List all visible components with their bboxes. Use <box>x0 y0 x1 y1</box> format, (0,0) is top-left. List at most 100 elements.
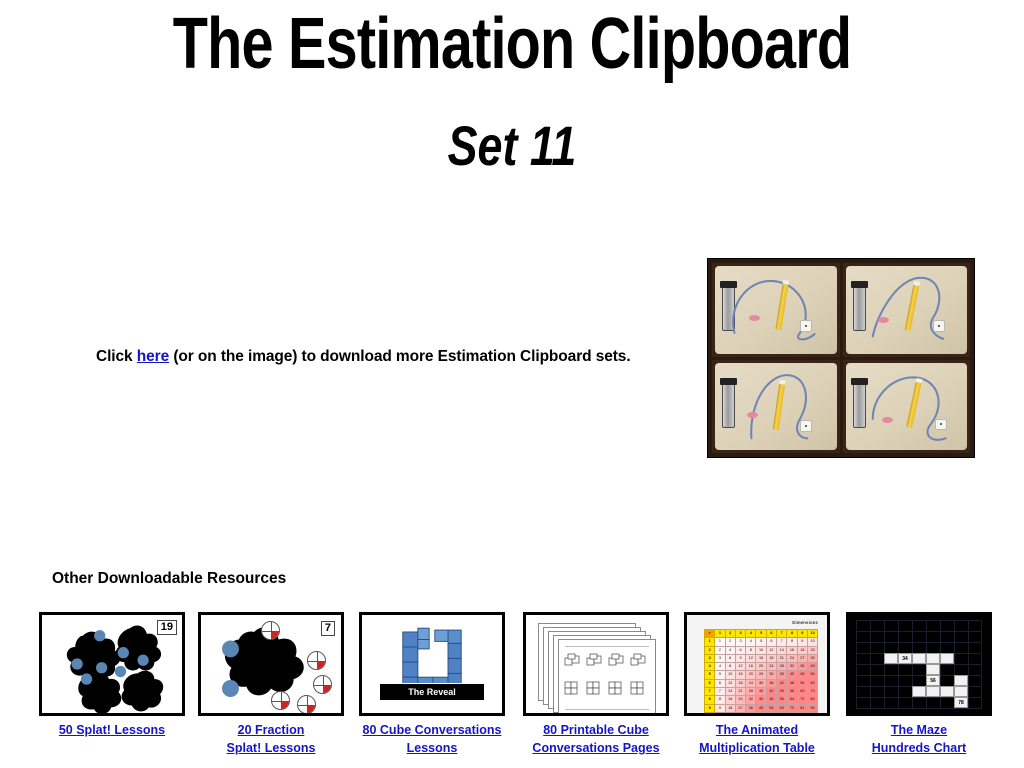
mult-row-header: 8 <box>703 695 716 705</box>
mult-cell: 6 <box>724 653 736 664</box>
resource-label-line1: 20 Fraction <box>237 723 305 737</box>
resource-card-printable-pages[interactable]: 80 Printable Cube Conversations Pages <box>523 612 669 757</box>
resource-label-line1: The Maze <box>890 723 948 737</box>
splat-thumbnail: 19 <box>39 612 185 716</box>
mult-cell: 2 <box>724 637 736 647</box>
mult-cell: 80 <box>806 695 819 705</box>
maze-cell <box>912 686 926 697</box>
mult-cell: 3 <box>714 653 726 664</box>
maze-cell <box>884 653 898 664</box>
mult-cell: 40 <box>745 711 757 713</box>
mult-cell: 24 <box>734 695 747 705</box>
mult-header-cell: 4 <box>745 628 757 639</box>
mult-cell: 8 <box>786 637 798 647</box>
mult-row: 3 3 6 9 12 15 18 21 24 27 30 <box>703 653 819 664</box>
resource-label-line2: Multiplication Table <box>699 741 815 756</box>
resources-heading: Other Downloadable Resources <box>52 570 287 587</box>
mult-cell: 9 <box>796 637 808 647</box>
mult-cell: 6 <box>734 645 747 655</box>
mult-cell: 21 <box>734 687 747 697</box>
resource-label[interactable]: 80 Cube Conversations Lessons <box>359 721 505 757</box>
mult-cell: 4 <box>714 662 726 672</box>
maze-image: 34 56 78 <box>846 612 992 716</box>
mult-cell: 40 <box>755 695 767 705</box>
mult-cell: 3 <box>734 637 747 647</box>
mult-row-header: 6 <box>703 678 716 689</box>
mult-cell: 8 <box>724 662 736 672</box>
mult-header-row: × 1 2 3 4 5 6 7 8 9 10 <box>703 628 819 639</box>
mult-row-header: 9 <box>703 703 716 713</box>
mult-cell: 12 <box>734 662 747 672</box>
mult-cell: 32 <box>786 662 798 672</box>
mult-cell: 100 <box>806 711 819 713</box>
mult-header-cell: × <box>703 628 716 639</box>
mult-cell: 16 <box>724 695 736 705</box>
splat-blobs <box>66 625 164 713</box>
maze-cell <box>940 653 954 664</box>
mult-cell: 32 <box>745 695 757 705</box>
mult-cell: 30 <box>765 670 778 680</box>
fraction-circle-icon <box>297 695 316 713</box>
mult-cell: 16 <box>786 645 798 655</box>
resource-label-line1: 80 Printable Cube <box>543 723 649 737</box>
mult-cell: 2 <box>714 645 726 655</box>
mult-cell: 10 <box>806 637 819 647</box>
mult-row-header: 10 <box>703 711 716 713</box>
mult-cell: 28 <box>776 662 788 672</box>
mult-cell: 49 <box>776 687 788 697</box>
mult-cell: 36 <box>796 662 808 672</box>
resource-label[interactable]: The Maze Hundreds Chart <box>846 721 992 757</box>
resource-label-line2: Lessons <box>406 741 458 756</box>
resource-label[interactable]: 80 Printable Cube Conversations Pages <box>523 721 669 757</box>
clipboard-board <box>715 266 837 354</box>
mult-header-cell: 2 <box>724 628 736 639</box>
resource-card-multiplication-table[interactable]: Dimensions × 1 2 3 4 5 6 7 8 9 10 1 1 2 3 4 5 6 7 8 9 10 2 2 4 6 8… <box>684 612 830 757</box>
fraction-circle-icon <box>307 651 326 670</box>
resources-row: 19 50 Splat! Lessons 7 20 Fraction Splat… <box>0 612 1024 768</box>
maze-cell <box>954 675 968 686</box>
multiplication-table-thumbnail: Dimensions × 1 2 3 4 5 6 7 8 9 10 1 1 2 3 4 5 6 7 8 9 10 2 2 4 6 8… <box>684 612 830 716</box>
mult-cell: 7 <box>776 637 788 647</box>
mult-cell: 20 <box>806 645 819 655</box>
mult-cell: 36 <box>765 678 778 689</box>
clipboard-photo-3 <box>712 359 840 453</box>
mult-cell: 63 <box>776 703 788 713</box>
resource-card-maze-hundreds-chart[interactable]: 34 56 78 The Maze Hundreds Chart <box>846 612 992 757</box>
eraser-icon <box>746 411 758 418</box>
mult-header-cell: 8 <box>786 628 798 639</box>
mult-cell: 30 <box>734 711 747 713</box>
clipboard-board <box>845 266 967 354</box>
mult-cell: 20 <box>755 662 767 672</box>
maze-hundreds-chart-thumbnail: 34 56 78 <box>846 612 992 716</box>
multiplication-grid: × 1 2 3 4 5 6 7 8 9 10 1 1 2 3 4 5 6 7 8 9 10 2 2 4 6 8 10 12 14 16 18 2… <box>703 628 819 713</box>
maze-cell <box>912 653 926 664</box>
clipboard-photo-grid <box>712 263 970 453</box>
die-icon <box>800 320 812 332</box>
mult-cell: 27 <box>796 653 808 664</box>
estimation-clipboard-image[interactable] <box>707 258 975 458</box>
mult-cell: 56 <box>786 687 798 697</box>
resource-card-splat[interactable]: 19 50 Splat! Lessons <box>39 612 185 739</box>
mult-header-cell: 5 <box>755 628 767 639</box>
mult-header-cell: 9 <box>796 628 808 639</box>
mult-row-header: 4 <box>703 662 716 672</box>
mult-cell: 4 <box>745 637 757 647</box>
resource-card-fraction-splat[interactable]: 7 20 Fraction Splat! Lessons <box>198 612 344 757</box>
mult-cell: 9 <box>734 653 747 664</box>
mult-cell: 16 <box>745 662 757 672</box>
resource-label[interactable]: 20 Fraction Splat! Lessons <box>198 721 344 757</box>
mult-cell: 15 <box>755 653 767 664</box>
clipboard-photo-2 <box>842 263 970 357</box>
resource-label[interactable]: 50 Splat! Lessons <box>39 721 185 739</box>
resource-label[interactable]: The Animated Multiplication Table <box>684 721 830 757</box>
mult-cell: 54 <box>796 678 808 689</box>
mult-cell: 5 <box>755 637 767 647</box>
maze-cell <box>940 686 954 697</box>
mult-cell: 60 <box>806 678 819 689</box>
fraction-circle-icon <box>271 691 290 710</box>
mult-row: 9 9 18 27 36 45 54 63 72 81 90 <box>703 703 819 713</box>
mult-row: 4 4 8 12 16 20 24 28 32 36 40 <box>703 662 819 672</box>
resource-card-cube-conversations[interactable]: The Reveal 80 Cube Conversations Lessons <box>359 612 505 757</box>
here-link[interactable]: here <box>137 348 169 365</box>
resource-label-line2: Hundreds Chart <box>871 741 967 756</box>
